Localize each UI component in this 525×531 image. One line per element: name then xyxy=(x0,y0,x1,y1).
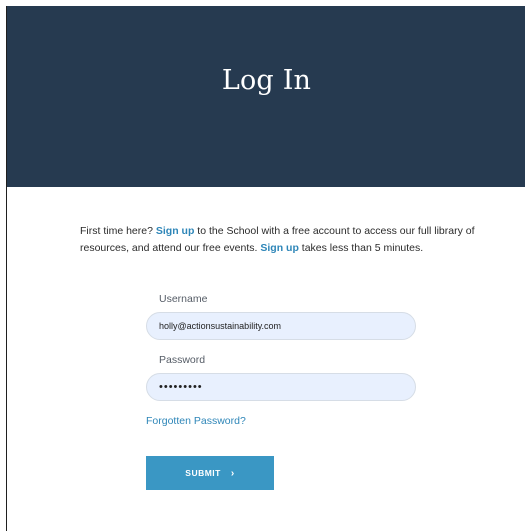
sign-up-link[interactable]: Sign up xyxy=(156,225,195,237)
username-label: Username xyxy=(159,293,208,305)
intro-text-part: First time here? xyxy=(80,225,156,237)
submit-button[interactable]: SUBMIT › xyxy=(146,456,274,490)
login-page: Log In First time here? Sign up to the S… xyxy=(6,6,525,531)
submit-button-label: SUBMIT xyxy=(185,468,221,478)
sign-up-link-secondary[interactable]: Sign up xyxy=(260,242,299,254)
username-input[interactable] xyxy=(146,312,416,340)
password-label: Password xyxy=(159,354,206,366)
chevron-right-icon: › xyxy=(230,467,235,479)
forgotten-password-link[interactable]: Forgotten Password? xyxy=(146,415,246,427)
intro-text: First time here? Sign up to the School w… xyxy=(80,223,500,257)
intro-text-part: takes less than 5 minutes. xyxy=(298,242,424,254)
password-input[interactable] xyxy=(146,373,416,401)
hero-banner: Log In xyxy=(7,6,525,187)
page-title: Log In xyxy=(221,65,312,96)
